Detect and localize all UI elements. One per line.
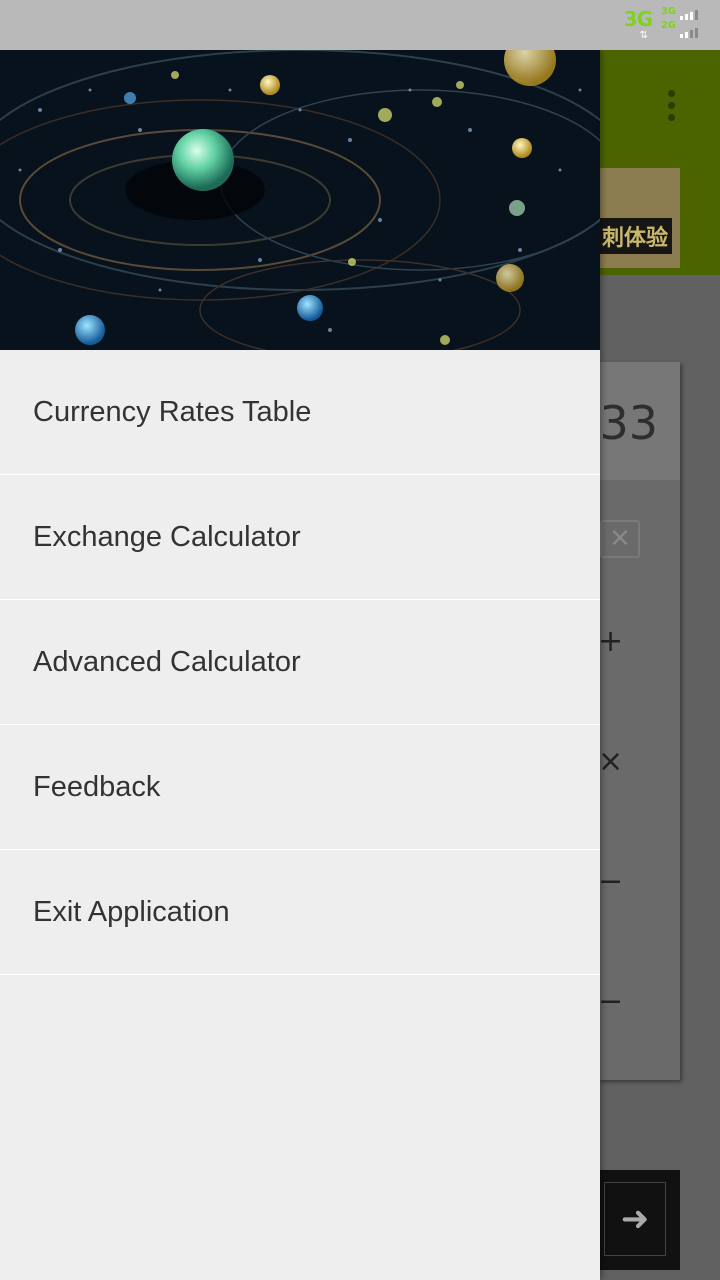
status-bar: 3G ⇅ 3G 2G <box>0 0 720 50</box>
ad-banner[interactable]: 刺体验 <box>598 168 680 268</box>
divide-operator[interactable]: − <box>598 984 623 1019</box>
minus-operator[interactable]: − <box>598 864 623 899</box>
sim1-signal-icon <box>680 10 698 20</box>
menu-item-advanced-calculator[interactable]: Advanced Calculator <box>0 600 600 725</box>
overflow-menu-icon[interactable] <box>668 90 676 126</box>
go-button[interactable]: ➜ <box>598 1170 680 1270</box>
menu-item-feedback[interactable]: Feedback <box>0 725 600 850</box>
arrow-right-icon: ➜ <box>604 1182 666 1256</box>
multiply-operator[interactable]: × <box>598 744 623 779</box>
drawer-header-image <box>0 50 600 350</box>
menu-item-exchange-calculator[interactable]: Exchange Calculator <box>0 475 600 600</box>
plus-operator[interactable]: + <box>598 624 623 659</box>
data-activity-icon: ⇅ <box>639 30 648 41</box>
menu-item-exit-application[interactable]: Exit Application <box>0 850 600 975</box>
calculator-display: 33 <box>598 362 680 480</box>
dual-sim-labels: 3G 2G <box>661 5 676 33</box>
sim2-signal-icon <box>680 28 698 38</box>
clear-button[interactable]: ✕ <box>600 520 640 558</box>
menu-item-currency-rates-table[interactable]: Currency Rates Table <box>0 350 600 475</box>
ad-banner-text: 刺体验 <box>598 218 673 254</box>
navigation-drawer: Currency Rates Table Exchange Calculator… <box>0 50 600 1280</box>
drawer-menu: Currency Rates Table Exchange Calculator… <box>0 350 600 975</box>
network-type-indicator: 3G <box>623 7 653 31</box>
sim1-label: 3G <box>660 6 676 17</box>
calculator-card: 33 ✕ + × − − <box>598 362 680 1080</box>
galaxy-artwork <box>0 50 600 350</box>
display-value: 33 <box>599 396 658 450</box>
sim2-label: 2G <box>660 20 676 31</box>
